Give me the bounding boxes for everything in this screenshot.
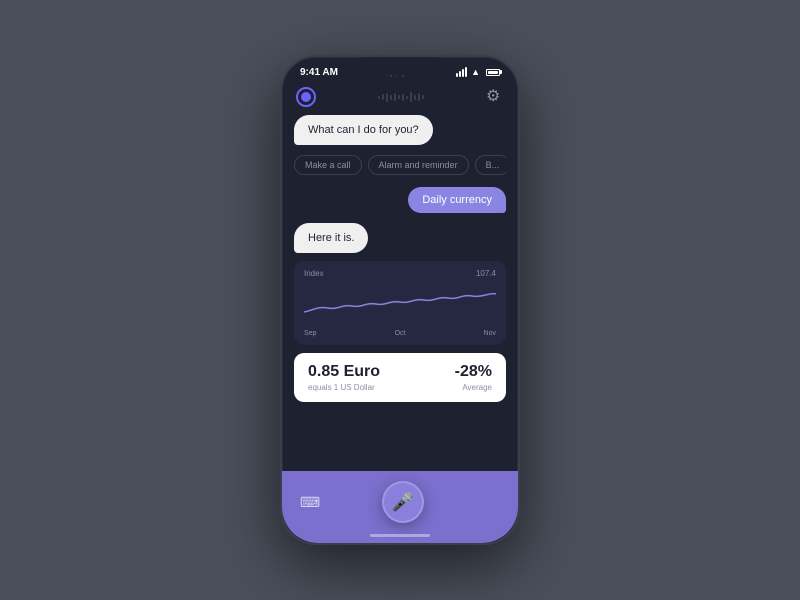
chart-svg-area: [304, 284, 496, 326]
chart-label-sep: Sep: [304, 330, 316, 337]
chip-call[interactable]: Make a call: [294, 155, 362, 175]
user-message-wrapper: Daily currency: [294, 187, 506, 213]
chip-alarm[interactable]: Alarm and reminder: [368, 155, 469, 175]
mic-button[interactable]: 🎤: [382, 481, 424, 523]
currency-left: 0.85 Euro equals 1 US Dollar: [308, 363, 380, 392]
phone-screen: 9:41 AM ▲: [280, 55, 520, 545]
currency-percent-label: Average: [455, 383, 492, 392]
assistant-greeting-bubble: What can I do for you?: [294, 115, 433, 145]
status-time: 9:41 AM: [300, 67, 338, 78]
home-indicator: [370, 534, 430, 537]
chart-labels: Sep Oct Nov: [304, 330, 496, 337]
top-bar: ⚙: [282, 83, 518, 115]
status-icons: ▲: [456, 67, 500, 77]
chat-area: What can I do for you? Make a call Alarm…: [282, 115, 518, 261]
settings-icon[interactable]: ⚙: [486, 88, 504, 106]
chart-label-nov: Nov: [484, 330, 496, 337]
keyboard-icon[interactable]: ⌨: [300, 494, 320, 511]
currency-card: 0.85 Euro equals 1 US Dollar -28% Averag…: [294, 353, 506, 402]
phone-frame: 9:41 AM ▲: [280, 55, 520, 545]
voice-indicator[interactable]: [296, 87, 316, 107]
chart-index-value: 107.4: [476, 269, 496, 278]
notch: [360, 57, 440, 75]
currency-sub-label: equals 1 US Dollar: [308, 383, 380, 392]
bottom-bar: ⌨ 🎤: [282, 471, 518, 543]
voice-dot: [301, 92, 311, 102]
battery-icon: [486, 69, 500, 76]
wifi-icon: ▲: [471, 67, 480, 77]
signal-bars: [456, 67, 467, 77]
quick-replies: Make a call Alarm and reminder B...: [294, 155, 506, 175]
chart-header: Index 107.4: [304, 269, 496, 278]
chart-card: Index 107.4 Sep Oct No: [294, 261, 506, 345]
audio-waveform: [378, 90, 424, 104]
assistant-response-bubble: Here it is.: [294, 223, 368, 253]
chart-index-label: Index: [304, 269, 324, 278]
currency-right: -28% Average: [455, 363, 492, 392]
chart-label-oct: Oct: [395, 330, 406, 337]
user-message-bubble: Daily currency: [408, 187, 506, 213]
currency-value: 0.85 Euro: [308, 363, 380, 381]
chip-more[interactable]: B...: [475, 155, 506, 175]
currency-percent: -28%: [455, 363, 492, 381]
mic-icon: 🎤: [392, 492, 414, 513]
